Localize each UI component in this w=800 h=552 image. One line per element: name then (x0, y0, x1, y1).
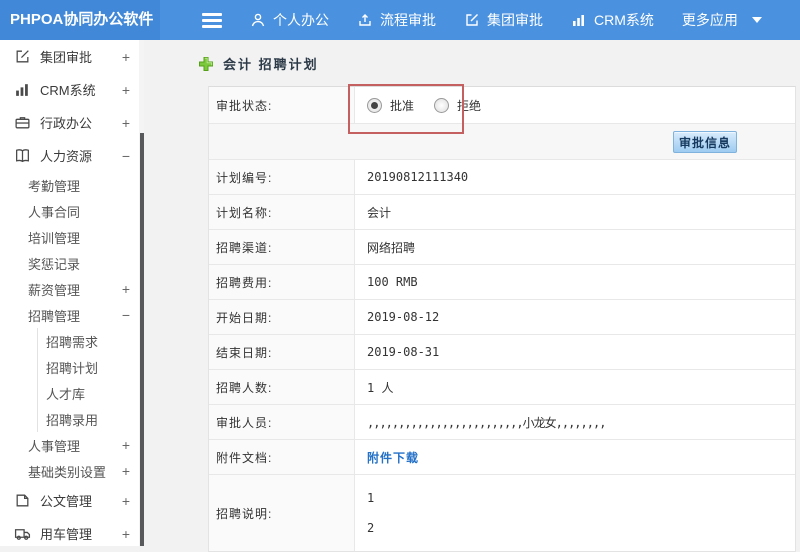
sidebar-item-human-resources[interactable]: 人力资源 − (0, 139, 144, 172)
sidebar: 集团审批 + CRM系统 + 行政办公 + 人力资源 − 考勤管理 人事合同 培… (0, 40, 144, 546)
field-label: 审批状态: (209, 87, 355, 123)
expand-icon[interactable]: + (122, 438, 130, 452)
caret-down-icon (751, 17, 762, 23)
nav-item-more-apps[interactable]: 更多应用 (682, 10, 762, 30)
description-line: 1 (367, 491, 375, 505)
form-row-plan-name: 计划名称: 会计 (209, 195, 795, 230)
field-value: 2019-08-12 (367, 310, 440, 324)
field-label: 计划编号: (209, 160, 355, 194)
edit-icon (466, 14, 478, 26)
expand-icon[interactable]: + (122, 50, 130, 64)
attachment-download-link[interactable]: 附件下载 (367, 449, 419, 466)
expand-icon[interactable]: + (122, 494, 130, 508)
sidebar-item-recruit-demand[interactable]: 招聘需求 (38, 328, 144, 354)
field-value: 会计 (367, 205, 392, 220)
sidebar-item-admin-office[interactable]: 行政办公 + (0, 106, 144, 139)
expand-icon[interactable]: + (122, 116, 130, 130)
sidebar-item-training[interactable]: 培训管理 (0, 224, 144, 250)
app-logo: PHPOA协同办公软件 (0, 0, 160, 40)
radio-approve[interactable]: 批准 (367, 97, 414, 114)
sidebar-item-group-approval[interactable]: 集团审批 + (0, 40, 144, 73)
form-row-end-date: 结束日期: 2019-08-31 (209, 335, 795, 370)
field-label: 审批人员: (209, 405, 355, 439)
form-row-recruit-cost: 招聘费用: 100 RMB (209, 265, 795, 300)
field-label: 招聘人数: (209, 370, 355, 404)
page-title: 会计 招聘计划 (198, 54, 319, 73)
process-icon (359, 14, 371, 26)
sidebar-item-personnel[interactable]: 人事管理 + (0, 432, 144, 458)
doc-icon (16, 494, 29, 507)
chart-icon (573, 15, 584, 26)
sidebar-item-recruit-plan[interactable]: 招聘计划 (38, 354, 144, 380)
recruit-submenu: 招聘需求 招聘计划 人才库 招聘录用 (37, 328, 144, 432)
sidebar-item-recruit-management[interactable]: 招聘管理 − (0, 302, 144, 328)
field-value: 1 人 (367, 380, 394, 395)
field-label: 招聘费用: (209, 265, 355, 299)
briefcase-icon (15, 117, 30, 129)
form-row-approvers: 审批人员: ,,,,,,,,,,,,,,,,,,,,,,,,,小龙女,,,,,,… (209, 405, 795, 440)
top-navigation-bar: PHPOA协同办公软件 个人办公 流程审批 集团审批 CRM系统 更多应用 (0, 0, 800, 40)
form-row-headcount: 招聘人数: 1 人 (209, 370, 795, 405)
field-value: 20190812111340 (367, 170, 469, 184)
nav-item-group-approval[interactable]: 集团审批 (464, 10, 543, 30)
truck-icon (14, 529, 31, 540)
field-label: 结束日期: (209, 335, 355, 369)
field-value: 2019-08-31 (367, 345, 440, 359)
field-label: 招聘说明: (209, 475, 355, 551)
radio-reject[interactable]: 拒绝 (434, 97, 481, 114)
menu-toggle-icon[interactable] (202, 12, 222, 28)
field-value: 网络招聘 (367, 240, 416, 255)
sidebar-item-hr-contract[interactable]: 人事合同 (0, 198, 144, 224)
sidebar-item-vehicle-management[interactable]: 用车管理 + (0, 517, 144, 550)
field-value: 100 RMB (367, 275, 418, 289)
sidebar-item-base-category[interactable]: 基础类别设置 + (0, 458, 144, 484)
approval-options: 批准 拒绝 (355, 87, 795, 123)
sidebar-item-salary[interactable]: 薪资管理 + (0, 276, 144, 302)
recruit-plan-form: 审批状态: 批准 拒绝 审批信息 计划编号: 20190812111340 计划… (208, 84, 796, 552)
form-row-start-date: 开始日期: 2019-08-12 (209, 300, 795, 335)
user-icon (251, 13, 265, 27)
nav-item-personal-office[interactable]: 个人办公 (250, 10, 329, 30)
form-row-approval-status: 审批状态: 批准 拒绝 (209, 84, 795, 134)
chart-icon (16, 84, 28, 96)
form-row-description: 招聘说明: 1 2 (209, 475, 795, 551)
form-row-attachment: 附件文档: 附件下载 (209, 440, 795, 475)
field-value: 附件下载 (355, 440, 795, 474)
expand-icon[interactable]: + (122, 83, 130, 97)
field-label: 附件文档: (209, 440, 355, 474)
expand-icon[interactable]: + (122, 464, 130, 478)
expand-icon[interactable]: + (122, 282, 130, 296)
approval-info-button[interactable]: 审批信息 (673, 131, 737, 153)
field-label: 开始日期: (209, 300, 355, 334)
collapse-icon[interactable]: − (122, 149, 130, 163)
expand-icon[interactable]: + (122, 527, 130, 541)
field-label: 招聘渠道: (209, 230, 355, 264)
add-icon[interactable] (198, 56, 214, 72)
field-value: 1 2 (355, 475, 795, 551)
nav-item-crm-system[interactable]: CRM系统 (571, 10, 654, 30)
sidebar-scrollbar-thumb[interactable] (140, 133, 144, 546)
nav-item-process-approval[interactable]: 流程审批 (357, 10, 436, 30)
collapse-icon[interactable]: − (122, 308, 130, 322)
sidebar-item-talent-pool[interactable]: 人才库 (38, 380, 144, 406)
form-row-recruit-channel: 招聘渠道: 网络招聘 (209, 230, 795, 265)
radio-button-icon[interactable] (434, 97, 450, 113)
field-value: ,,,,,,,,,,,,,,,,,,,,,,,,,小龙女,,,,,,,, (367, 415, 606, 430)
radio-button-icon[interactable] (367, 97, 382, 113)
sidebar-item-document-management[interactable]: 公文管理 + (0, 484, 144, 517)
book-icon (16, 149, 29, 163)
page-title-text: 会计 招聘计划 (223, 57, 319, 72)
description-line: 2 (367, 521, 375, 535)
sidebar-item-reward-punishment[interactable]: 奖惩记录 (0, 250, 144, 276)
sidebar-item-crm-system[interactable]: CRM系统 + (0, 73, 144, 106)
main-content: 会计 招聘计划 审批状态: 批准 拒绝 审批信息 计划编号: 201908121… (144, 40, 800, 552)
sidebar-item-attendance[interactable]: 考勤管理 (0, 172, 144, 198)
sidebar-item-recruit-hire[interactable]: 招聘录用 (38, 406, 144, 432)
form-row-actions: 审批信息 (209, 124, 795, 160)
field-label: 计划名称: (209, 195, 355, 229)
edit-icon (16, 50, 29, 63)
form-row-plan-number: 计划编号: 20190812111340 (209, 160, 795, 195)
